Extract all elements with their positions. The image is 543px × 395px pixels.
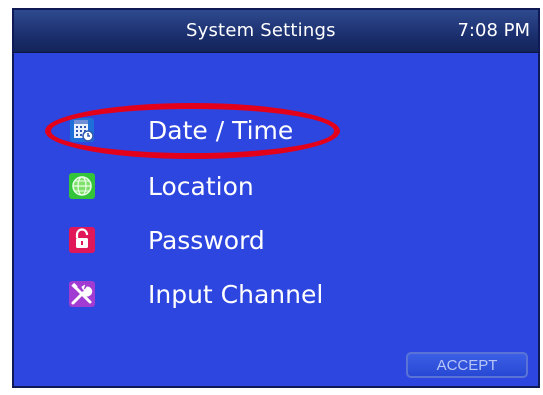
- calendar-icon: [68, 116, 96, 144]
- menu-item-input-channel[interactable]: Input Channel: [68, 274, 408, 314]
- menu-item-label: Date / Time: [148, 115, 294, 145]
- tools-icon: [68, 280, 96, 308]
- device-frame: System Settings 7:08 PM Date / Time Loca…: [0, 0, 543, 395]
- globe-icon: [68, 172, 96, 200]
- menu-item-date-time[interactable]: Date / Time: [68, 110, 408, 150]
- menu-item-label: Location: [148, 171, 254, 201]
- page-title: System Settings: [186, 20, 336, 41]
- lock-icon: [68, 226, 96, 254]
- menu-item-password[interactable]: Password: [68, 220, 408, 260]
- title-bar: System Settings 7:08 PM: [14, 10, 538, 53]
- settings-screen: System Settings 7:08 PM Date / Time Loca…: [12, 8, 540, 388]
- accept-button[interactable]: ACCEPT: [406, 352, 528, 378]
- menu-item-label: Password: [148, 225, 265, 255]
- menu-item-label: Input Channel: [148, 279, 324, 309]
- clock: 7:08 PM: [457, 20, 530, 41]
- menu-item-location[interactable]: Location: [68, 166, 408, 206]
